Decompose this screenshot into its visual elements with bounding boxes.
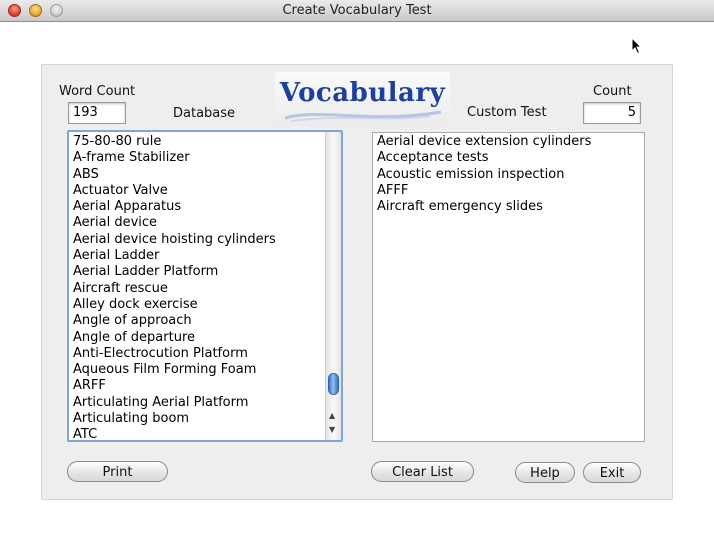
exit-button[interactable]: Exit [583,462,641,483]
logo-text: Vocabulary [279,78,446,108]
list-item[interactable]: ATC [73,427,276,440]
custom-test-list-items: Aerial device extension cylinders Accept… [377,134,591,215]
count-label: Count [593,84,632,99]
database-list-items: 75-80-80 rule A-frame Stabilizer ABS Act… [73,134,276,440]
custom-test-list[interactable]: Aerial device extension cylinders Accept… [372,132,645,442]
list-item[interactable]: Articulating Aerial Platform [73,395,276,411]
word-count-label: Word Count [59,84,136,99]
list-item[interactable]: Articulating boom [73,411,276,427]
list-item[interactable]: Alley dock exercise [73,297,276,313]
scroll-down-arrow-icon[interactable]: ▼ [329,426,335,434]
window-title: Create Vocabulary Test [282,3,432,18]
scroll-up-arrow-icon[interactable]: ▲ [329,412,335,420]
list-item[interactable]: Aircraft rescue [73,281,276,297]
list-item[interactable]: A-frame Stabilizer [73,150,276,166]
list-item[interactable]: Aerial device [73,215,276,231]
count-field[interactable]: 5 [583,102,641,124]
list-item[interactable]: 75-80-80 rule [73,134,276,150]
database-list-scrollbar[interactable]: ▲ ▼ [325,132,341,440]
list-item[interactable]: Angle of approach [73,313,276,329]
logo-swash-icon [284,110,442,122]
list-item[interactable]: Acceptance tests [377,150,591,166]
list-item[interactable]: Aerial Ladder [73,248,276,264]
list-item[interactable]: ARFF [73,378,276,394]
custom-test-label: Custom Test [467,105,547,120]
list-item[interactable]: ABS [73,167,276,183]
list-item[interactable]: Aircraft emergency slides [377,199,591,215]
scrollbar-thumb[interactable] [328,373,339,395]
word-count-field[interactable]: 193 [68,102,126,124]
list-item[interactable]: Aerial device extension cylinders [377,134,591,150]
list-item[interactable]: Acoustic emission inspection [377,167,591,183]
list-item[interactable]: AFFF [377,183,591,199]
list-item[interactable]: Angle of departure [73,330,276,346]
database-word-list[interactable]: 75-80-80 rule A-frame Stabilizer ABS Act… [67,130,343,442]
print-button[interactable]: Print [67,461,168,482]
title-bar: Create Vocabulary Test [0,0,714,22]
help-button[interactable]: Help [515,462,575,483]
list-item[interactable]: Actuator Valve [73,183,276,199]
database-label: Database [173,106,236,121]
list-item[interactable]: Aerial Apparatus [73,199,276,215]
vocabulary-logo: Vocabulary [275,72,450,126]
list-item[interactable]: Aqueous Film Forming Foam [73,362,276,378]
list-item[interactable]: Anti-Electrocution Platform [73,346,276,362]
mouse-pointer-icon [631,37,643,55]
list-item[interactable]: Aerial Ladder Platform [73,264,276,280]
list-item[interactable]: Aerial device hoisting cylinders [73,232,276,248]
clear-list-button[interactable]: Clear List [371,461,474,482]
